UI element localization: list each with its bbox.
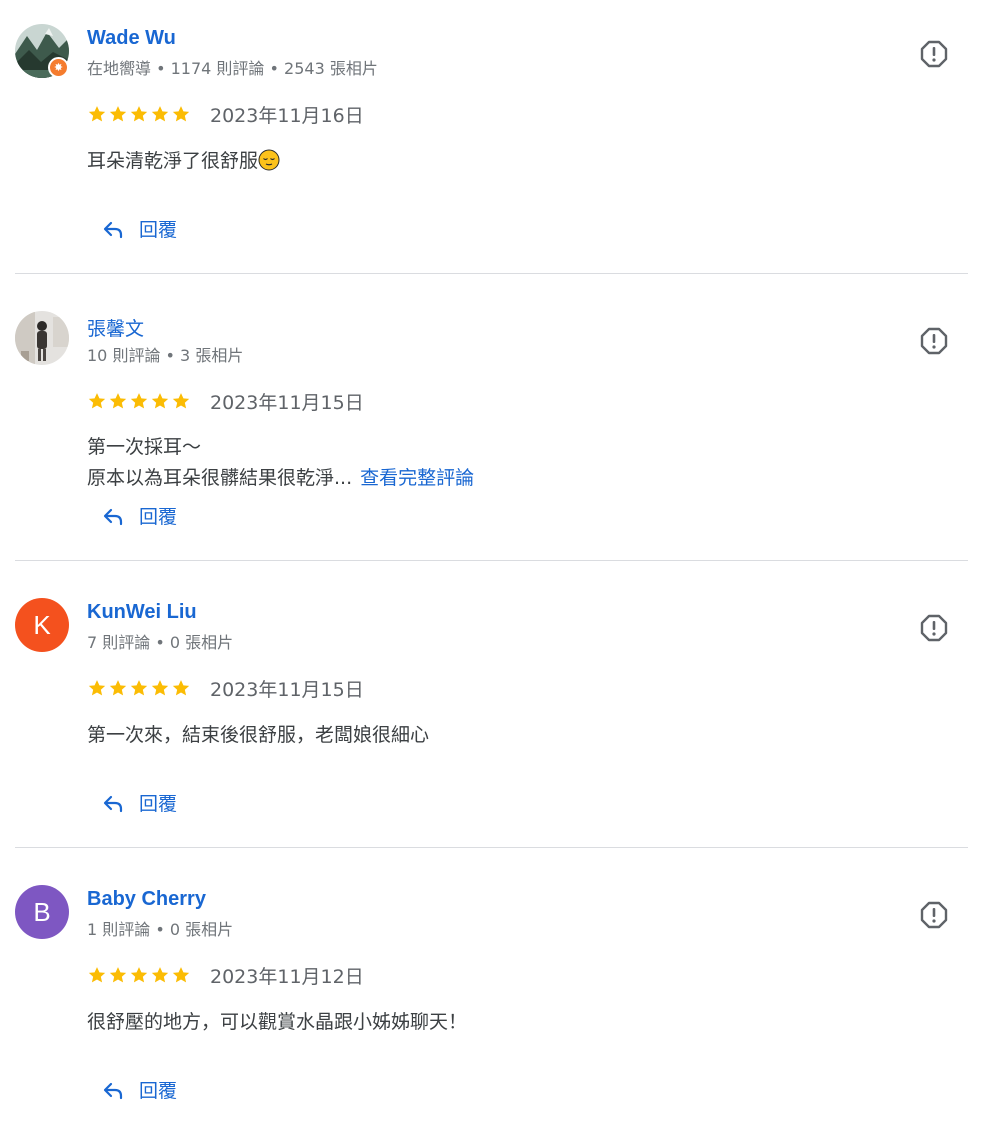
reply-arrow-icon [103, 508, 123, 525]
star-rating [87, 965, 191, 985]
reply-label: 回覆 [139, 506, 178, 528]
reviewer-name[interactable]: Baby Cherry [87, 888, 206, 911]
star-icon [151, 967, 169, 983]
star-rating [87, 104, 191, 124]
review-card: B Baby Cherry 1 則評論 • 0 張相片 2023年11月12日 … [15, 861, 968, 1134]
reply-button[interactable]: 回覆 [101, 1076, 177, 1103]
reviewer-meta[interactable]: 7 則評論 • 0 張相片 [87, 629, 233, 653]
report-icon[interactable] [920, 40, 948, 68]
review-text-line: 耳朵清乾淨了很舒服 [87, 146, 907, 177]
avatar-photo [15, 311, 69, 365]
local-guide-badge-icon: ✸ [48, 57, 69, 78]
review-text-content: 耳朵清乾淨了很舒服 [87, 150, 259, 172]
review-text-line: 第一次採耳～ [87, 436, 202, 458]
reviewer-meta[interactable]: 1 則評論 • 0 張相片 [87, 916, 233, 940]
see-full-review-link[interactable]: 查看完整評論 [360, 467, 474, 489]
star-icon [88, 680, 106, 696]
star-icon [172, 680, 190, 696]
avatar[interactable]: B [15, 885, 69, 939]
star-icon [172, 967, 190, 983]
report-icon[interactable] [920, 901, 948, 929]
report-icon[interactable] [920, 327, 948, 355]
reply-arrow-icon [103, 221, 123, 238]
reply-button[interactable]: 回覆 [101, 789, 177, 816]
reviewer-meta[interactable]: 10 則評論 • 3 張相片 [87, 342, 243, 366]
relieved-face-emoji-icon [258, 149, 280, 171]
star-icon [88, 967, 106, 983]
star-icon [130, 967, 148, 983]
review-card: ✸ Wade Wu 在地嚮導 • 1174 則評論 • 2543 張相片 202… [15, 0, 968, 274]
review-date: 2023年11月15日 [210, 391, 364, 414]
star-icon [130, 393, 148, 409]
star-icon [88, 393, 106, 409]
reviewer-name[interactable]: KunWei Liu [87, 601, 197, 624]
star-icon [130, 106, 148, 122]
review-card: K KunWei Liu 7 則評論 • 0 張相片 2023年11月15日 第… [15, 574, 968, 848]
star-icon [88, 106, 106, 122]
review-list: ✸ Wade Wu 在地嚮導 • 1174 則評論 • 2543 張相片 202… [15, 0, 968, 1134]
star-icon [151, 393, 169, 409]
star-icon [109, 393, 127, 409]
review-text-content: 原本以為耳朵很髒結果很乾淨... [87, 467, 353, 489]
reply-arrow-icon [103, 795, 123, 812]
review-text-line: 很舒壓的地方，可以觀賞水晶跟小姊姊聊天！ [87, 1011, 468, 1033]
reviewer-meta[interactable]: 在地嚮導 • 1174 則評論 • 2543 張相片 [87, 55, 378, 79]
review-text-line: 原本以為耳朵很髒結果很乾淨... 查看完整評論 [87, 463, 907, 494]
review-date: 2023年11月15日 [210, 678, 364, 701]
reply-button[interactable]: 回覆 [101, 215, 177, 242]
star-icon [109, 680, 127, 696]
avatar[interactable]: K [15, 598, 69, 652]
star-icon [172, 106, 190, 122]
review-text: 第一次來，結束後很舒服，老闆娘很細心 [87, 720, 907, 751]
star-icon [109, 106, 127, 122]
reply-label: 回覆 [139, 1080, 178, 1102]
rating-row: 2023年11月15日 [87, 676, 364, 701]
star-rating [87, 391, 191, 411]
review-card: 張馨文 10 則評論 • 3 張相片 2023年11月15日 第一次採耳～ 原本… [15, 287, 968, 561]
reviewer-name[interactable]: 張馨文 [87, 314, 144, 341]
review-text: 耳朵清乾淨了很舒服 [87, 146, 907, 177]
reply-arrow-icon [103, 1082, 123, 1099]
star-rating [87, 678, 191, 698]
reply-label: 回覆 [139, 793, 178, 815]
review-text: 第一次採耳～ 原本以為耳朵很髒結果很乾淨... 查看完整評論 [87, 432, 907, 494]
avatar[interactable] [15, 311, 69, 365]
star-icon [151, 106, 169, 122]
star-icon [109, 967, 127, 983]
reply-label: 回覆 [139, 219, 178, 241]
review-date: 2023年11月12日 [210, 965, 364, 988]
review-text: 很舒壓的地方，可以觀賞水晶跟小姊姊聊天！ [87, 1007, 907, 1038]
star-icon [130, 680, 148, 696]
star-icon [172, 393, 190, 409]
rating-row: 2023年11月12日 [87, 963, 364, 988]
star-icon [151, 680, 169, 696]
report-icon[interactable] [920, 614, 948, 642]
reviewer-name[interactable]: Wade Wu [87, 27, 176, 50]
rating-row: 2023年11月16日 [87, 102, 364, 127]
rating-row: 2023年11月15日 [87, 389, 364, 414]
review-text-line: 第一次來，結束後很舒服，老闆娘很細心 [87, 724, 430, 746]
reply-button[interactable]: 回覆 [101, 502, 177, 529]
review-date: 2023年11月16日 [210, 104, 364, 127]
